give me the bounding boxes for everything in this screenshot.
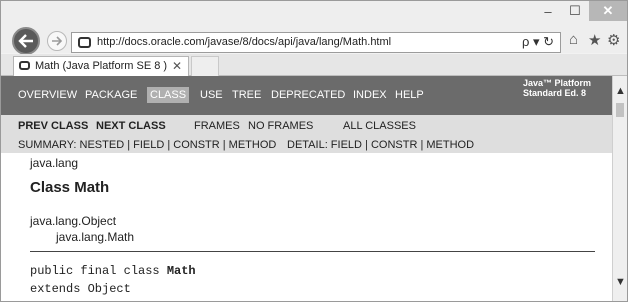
detail-links[interactable]: DETAIL: FIELD | CONSTR | METHOD <box>287 139 474 151</box>
nav-tree[interactable]: TREE <box>232 89 261 101</box>
maximize-button[interactable]: ☐ <box>561 1 589 21</box>
back-arrow-icon <box>18 34 33 48</box>
nav-index[interactable]: INDEX <box>353 89 387 101</box>
nav-help[interactable]: HELP <box>395 89 424 101</box>
divider <box>30 251 595 252</box>
back-button[interactable] <box>12 27 40 55</box>
javadoc-top-nav: OVERVIEW PACKAGE CLASS USE TREE DEPRECAT… <box>1 76 612 115</box>
platform-line-1: Java™ Platform <box>523 78 592 88</box>
gear-icon[interactable]: ⚙ <box>607 31 620 49</box>
no-frames-link[interactable]: NO FRAMES <box>248 120 313 132</box>
close-tab-icon[interactable]: ✕ <box>172 59 182 73</box>
site-favicon-icon <box>78 37 91 48</box>
forward-arrow-icon <box>52 36 63 46</box>
extends-line: extends Object <box>30 282 131 296</box>
nav-deprecated[interactable]: DEPRECATED <box>271 89 345 101</box>
package-name: java.lang <box>30 156 79 170</box>
platform-label: Java™ Platform Standard Ed. 8 <box>523 78 591 98</box>
javadoc-sub-nav: PREV CLASS NEXT CLASS FRAMES NO FRAMES A… <box>1 115 612 153</box>
page-title: Class Math <box>30 179 110 196</box>
address-bar[interactable]: http://docs.oracle.com/javase/8/docs/api… <box>71 32 561 53</box>
nav-overview[interactable]: OVERVIEW <box>18 89 77 101</box>
page-content: OVERVIEW PACKAGE CLASS USE TREE DEPRECAT… <box>1 76 612 301</box>
new-tab-button[interactable] <box>191 56 219 76</box>
forward-button[interactable] <box>47 31 67 51</box>
search-refresh-icons[interactable]: ρ ▾ ↻ <box>522 34 554 50</box>
tab-math[interactable]: Math (Java Platform SE 8 ) ✕ <box>13 56 189 76</box>
tab-favicon-icon <box>19 61 30 70</box>
declaration-prefix: public final class <box>30 264 167 278</box>
tab-strip: Math (Java Platform SE 8 ) ✕ <box>1 54 627 76</box>
nav-class[interactable]: CLASS <box>147 87 190 103</box>
inheritance-parent-link[interactable]: java.lang.Object <box>30 214 116 228</box>
scroll-up-icon[interactable]: ▲ <box>615 85 626 97</box>
summary-links[interactable]: SUMMARY: NESTED | FIELD | CONSTR | METHO… <box>18 139 276 151</box>
scroll-down-icon[interactable]: ▼ <box>615 276 626 288</box>
browser-window: – ☐ ✕ http://docs.oracle.com/javase/8/do… <box>0 0 628 302</box>
scrollbar-thumb[interactable] <box>616 103 624 117</box>
prev-class-link[interactable]: PREV CLASS <box>18 120 88 132</box>
vertical-scrollbar[interactable]: ▲ ▼ <box>612 76 627 301</box>
nav-package[interactable]: PACKAGE <box>85 89 137 101</box>
inheritance-child: java.lang.Math <box>56 230 135 244</box>
star-icon[interactable]: ★ <box>588 31 601 49</box>
browser-toolbar: – ☐ ✕ http://docs.oracle.com/javase/8/do… <box>1 1 627 55</box>
all-classes-link[interactable]: ALL CLASSES <box>343 120 416 132</box>
close-window-button[interactable]: ✕ <box>589 1 627 21</box>
platform-line-2: Standard Ed. 8 <box>523 88 587 98</box>
class-declaration: public final class Math <box>30 264 196 278</box>
declaration-class-name: Math <box>166 264 196 278</box>
tab-title: Math (Java Platform SE 8 ) <box>35 60 168 72</box>
home-icon[interactable]: ⌂ <box>569 31 578 48</box>
nav-use[interactable]: USE <box>200 89 223 101</box>
next-class-link[interactable]: NEXT CLASS <box>96 120 166 132</box>
url-text[interactable]: http://docs.oracle.com/javase/8/docs/api… <box>97 36 391 48</box>
minimize-button[interactable]: – <box>536 1 560 21</box>
frames-link[interactable]: FRAMES <box>194 120 240 132</box>
